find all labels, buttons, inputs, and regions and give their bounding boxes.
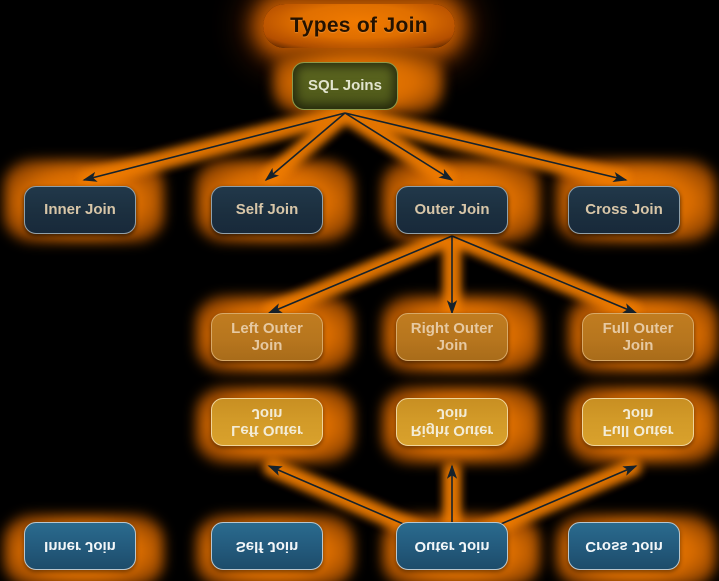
node-inner-join[interactable]: Inner Join xyxy=(24,186,136,234)
node-left-outer-join-reflection[interactable]: Left Outer Join xyxy=(211,398,323,446)
node-label: Full Outer Join xyxy=(602,405,674,440)
diagram-canvas: Types of Join SQL Joins Inner Join Self … xyxy=(0,0,719,581)
node-label: Cross Join xyxy=(585,537,663,555)
node-label: Right Outer Join xyxy=(410,405,494,440)
node-label: Full Outer Join xyxy=(602,319,674,354)
node-outer-join[interactable]: Outer Join xyxy=(396,186,508,234)
node-full-outer-join-reflection[interactable]: Full Outer Join xyxy=(582,398,694,446)
connector-line-group xyxy=(82,112,638,546)
node-label: Inner Join xyxy=(44,201,116,219)
node-inner-join-reflection[interactable]: Inner Join xyxy=(24,522,136,570)
node-label: Self Join xyxy=(235,201,299,219)
diagram-title-banner: Types of Join xyxy=(263,4,455,48)
node-cross-join[interactable]: Cross Join xyxy=(568,186,680,234)
node-label: Right Outer Join xyxy=(410,319,494,354)
connector-glow-group xyxy=(80,106,641,551)
node-self-join[interactable]: Self Join xyxy=(211,186,323,234)
node-label: Inner Join xyxy=(44,537,116,555)
node-label: SQL Joins xyxy=(308,77,382,95)
node-right-outer-join[interactable]: Right Outer Join xyxy=(396,313,508,361)
node-self-join-reflection[interactable]: Self Join xyxy=(211,522,323,570)
node-label: Left Outer Join xyxy=(231,319,303,354)
diagram-title: Types of Join xyxy=(290,14,428,37)
node-sql-joins[interactable]: SQL Joins xyxy=(292,62,398,110)
node-label: Left Outer Join xyxy=(231,405,303,440)
node-left-outer-join[interactable]: Left Outer Join xyxy=(211,313,323,361)
node-label: Cross Join xyxy=(585,201,663,219)
node-full-outer-join[interactable]: Full Outer Join xyxy=(582,313,694,361)
node-right-outer-join-reflection[interactable]: Right Outer Join xyxy=(396,398,508,446)
node-outer-join-reflection[interactable]: Outer Join xyxy=(396,522,508,570)
node-label: Outer Join xyxy=(414,537,490,555)
node-cross-join-reflection[interactable]: Cross Join xyxy=(568,522,680,570)
node-label: Self Join xyxy=(235,537,299,555)
node-label: Outer Join xyxy=(414,201,490,219)
